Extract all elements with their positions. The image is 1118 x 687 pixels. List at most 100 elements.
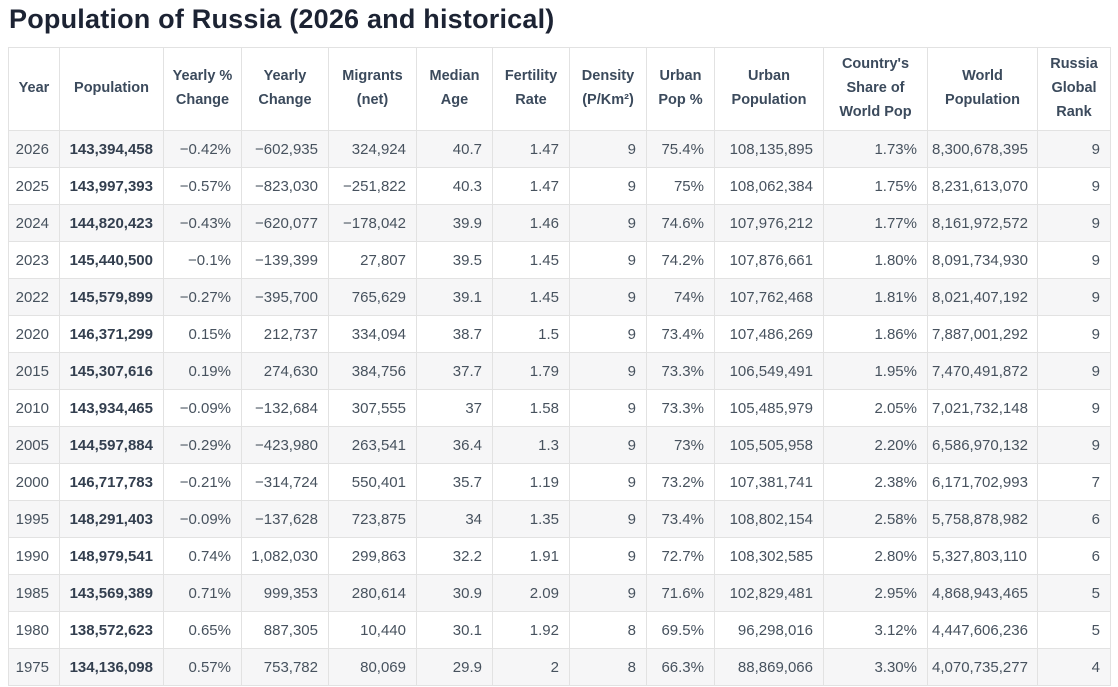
cell-global-rank: 9 — [1037, 426, 1111, 465]
cell-country-share-world-pop: 1.77% — [823, 204, 928, 243]
cell-fertility-rate: 1.58 — [492, 389, 570, 428]
cell-density: 9 — [569, 167, 647, 206]
column-header-urban-population: Urban Population — [714, 47, 824, 132]
cell-country-share-world-pop: 2.38% — [823, 463, 928, 502]
cell-global-rank: 9 — [1037, 278, 1111, 317]
column-header-population: Population — [59, 47, 164, 132]
cell-urban-pop-pct: 74.2% — [646, 241, 715, 280]
cell-density: 9 — [569, 130, 647, 169]
cell-urban-pop-pct: 73.3% — [646, 389, 715, 428]
cell-population: 143,934,465 — [59, 389, 164, 428]
cell-migrants-net: 10,440 — [328, 611, 417, 650]
cell-density: 9 — [569, 241, 647, 280]
cell-world-population: 7,887,001,292 — [927, 315, 1038, 354]
cell-density: 8 — [569, 611, 647, 650]
cell-world-population: 8,091,734,930 — [927, 241, 1038, 280]
cell-yearly-pct-change: −0.21% — [163, 463, 242, 502]
table-body: 2026 143,394,458 −0.42% −602,935 324,924 40.7… — [8, 130, 1111, 687]
cell-migrants-net: 80,069 — [328, 648, 417, 687]
cell-country-share-world-pop: 1.86% — [823, 315, 928, 354]
cell-urban-pop-pct: 72.7% — [646, 537, 715, 576]
cell-yearly-change: −620,077 — [241, 204, 329, 243]
cell-yearly-pct-change: −0.09% — [163, 389, 242, 428]
cell-fertility-rate: 1.5 — [492, 315, 570, 354]
cell-density: 9 — [569, 463, 647, 502]
cell-urban-population: 107,976,212 — [714, 204, 824, 243]
cell-density: 9 — [569, 278, 647, 317]
cell-population: 144,820,423 — [59, 204, 164, 243]
cell-density: 9 — [569, 315, 647, 354]
cell-urban-population: 107,486,269 — [714, 315, 824, 354]
cell-year: 1990 — [8, 537, 60, 576]
cell-median-age: 29.9 — [416, 648, 493, 687]
cell-density: 8 — [569, 648, 647, 687]
cell-migrants-net: 765,629 — [328, 278, 417, 317]
cell-yearly-change: −395,700 — [241, 278, 329, 317]
cell-world-population: 4,070,735,277 — [927, 648, 1038, 687]
cell-urban-population: 108,302,585 — [714, 537, 824, 576]
cell-migrants-net: 334,094 — [328, 315, 417, 354]
cell-migrants-net: −251,822 — [328, 167, 417, 206]
cell-yearly-change: 274,630 — [241, 352, 329, 391]
cell-fertility-rate: 1.47 — [492, 167, 570, 206]
cell-country-share-world-pop: 1.81% — [823, 278, 928, 317]
cell-fertility-rate: 2.09 — [492, 574, 570, 613]
cell-yearly-change: 212,737 — [241, 315, 329, 354]
cell-yearly-change: −423,980 — [241, 426, 329, 465]
cell-world-population: 8,161,972,572 — [927, 204, 1038, 243]
column-header-year: Year — [8, 47, 60, 132]
table-row-2023: 2023 145,440,500 −0.1% −139,399 27,807 39.5 1.… — [8, 241, 1111, 280]
cell-world-population: 4,868,943,465 — [927, 574, 1038, 613]
cell-urban-pop-pct: 71.6% — [646, 574, 715, 613]
cell-median-age: 40.7 — [416, 130, 493, 169]
cell-density: 9 — [569, 426, 647, 465]
cell-global-rank: 9 — [1037, 241, 1111, 280]
cell-fertility-rate: 1.91 — [492, 537, 570, 576]
cell-population: 146,371,299 — [59, 315, 164, 354]
cell-urban-pop-pct: 73.2% — [646, 463, 715, 502]
table-row-2020: 2020 146,371,299 0.15% 212,737 334,094 38.7 1.… — [8, 315, 1111, 354]
cell-fertility-rate: 1.3 — [492, 426, 570, 465]
table-header: Year Population Yearly % Change Yearly Chan… — [8, 47, 1111, 132]
cell-population: 148,291,403 — [59, 500, 164, 539]
cell-urban-pop-pct: 69.5% — [646, 611, 715, 650]
cell-yearly-pct-change: −0.43% — [163, 204, 242, 243]
cell-population: 144,597,884 — [59, 426, 164, 465]
cell-world-population: 4,447,606,236 — [927, 611, 1038, 650]
cell-density: 9 — [569, 389, 647, 428]
table-row-1995: 1995 148,291,403 −0.09% −137,628 723,875 34 1.… — [8, 500, 1111, 539]
cell-fertility-rate: 2 — [492, 648, 570, 687]
cell-population: 138,572,623 — [59, 611, 164, 650]
cell-migrants-net: 324,924 — [328, 130, 417, 169]
cell-urban-pop-pct: 74% — [646, 278, 715, 317]
cell-world-population: 7,470,491,872 — [927, 352, 1038, 391]
page-title: Population of Russia (2026 and historica… — [9, 4, 555, 34]
population-table: Year Population Yearly % Change Yearly Chan… — [8, 47, 1111, 687]
cell-urban-pop-pct: 75.4% — [646, 130, 715, 169]
cell-world-population: 8,021,407,192 — [927, 278, 1038, 317]
cell-year: 1980 — [8, 611, 60, 650]
cell-yearly-pct-change: 0.15% — [163, 315, 242, 354]
cell-yearly-pct-change: −0.42% — [163, 130, 242, 169]
cell-urban-pop-pct: 73.4% — [646, 315, 715, 354]
table-row-2025: 2025 143,997,393 −0.57% −823,030 −251,822 40.… — [8, 167, 1111, 206]
cell-density: 9 — [569, 537, 647, 576]
cell-global-rank: 9 — [1037, 130, 1111, 169]
table-row-1990: 1990 148,979,541 0.74% 1,082,030 299,863 32.2… — [8, 537, 1111, 576]
cell-median-age: 34 — [416, 500, 493, 539]
cell-world-population: 8,300,678,395 — [927, 130, 1038, 169]
cell-world-population: 7,021,732,148 — [927, 389, 1038, 428]
cell-global-rank: 9 — [1037, 389, 1111, 428]
cell-global-rank: 9 — [1037, 167, 1111, 206]
cell-yearly-pct-change: 0.57% — [163, 648, 242, 687]
cell-median-age: 38.7 — [416, 315, 493, 354]
cell-urban-population: 108,135,895 — [714, 130, 824, 169]
column-header-world-population: World Population — [927, 47, 1038, 132]
cell-year: 1985 — [8, 574, 60, 613]
cell-yearly-pct-change: −0.1% — [163, 241, 242, 280]
cell-year: 1995 — [8, 500, 60, 539]
cell-urban-pop-pct: 75% — [646, 167, 715, 206]
cell-urban-population: 106,549,491 — [714, 352, 824, 391]
cell-yearly-change: −137,628 — [241, 500, 329, 539]
cell-urban-population: 105,505,958 — [714, 426, 824, 465]
